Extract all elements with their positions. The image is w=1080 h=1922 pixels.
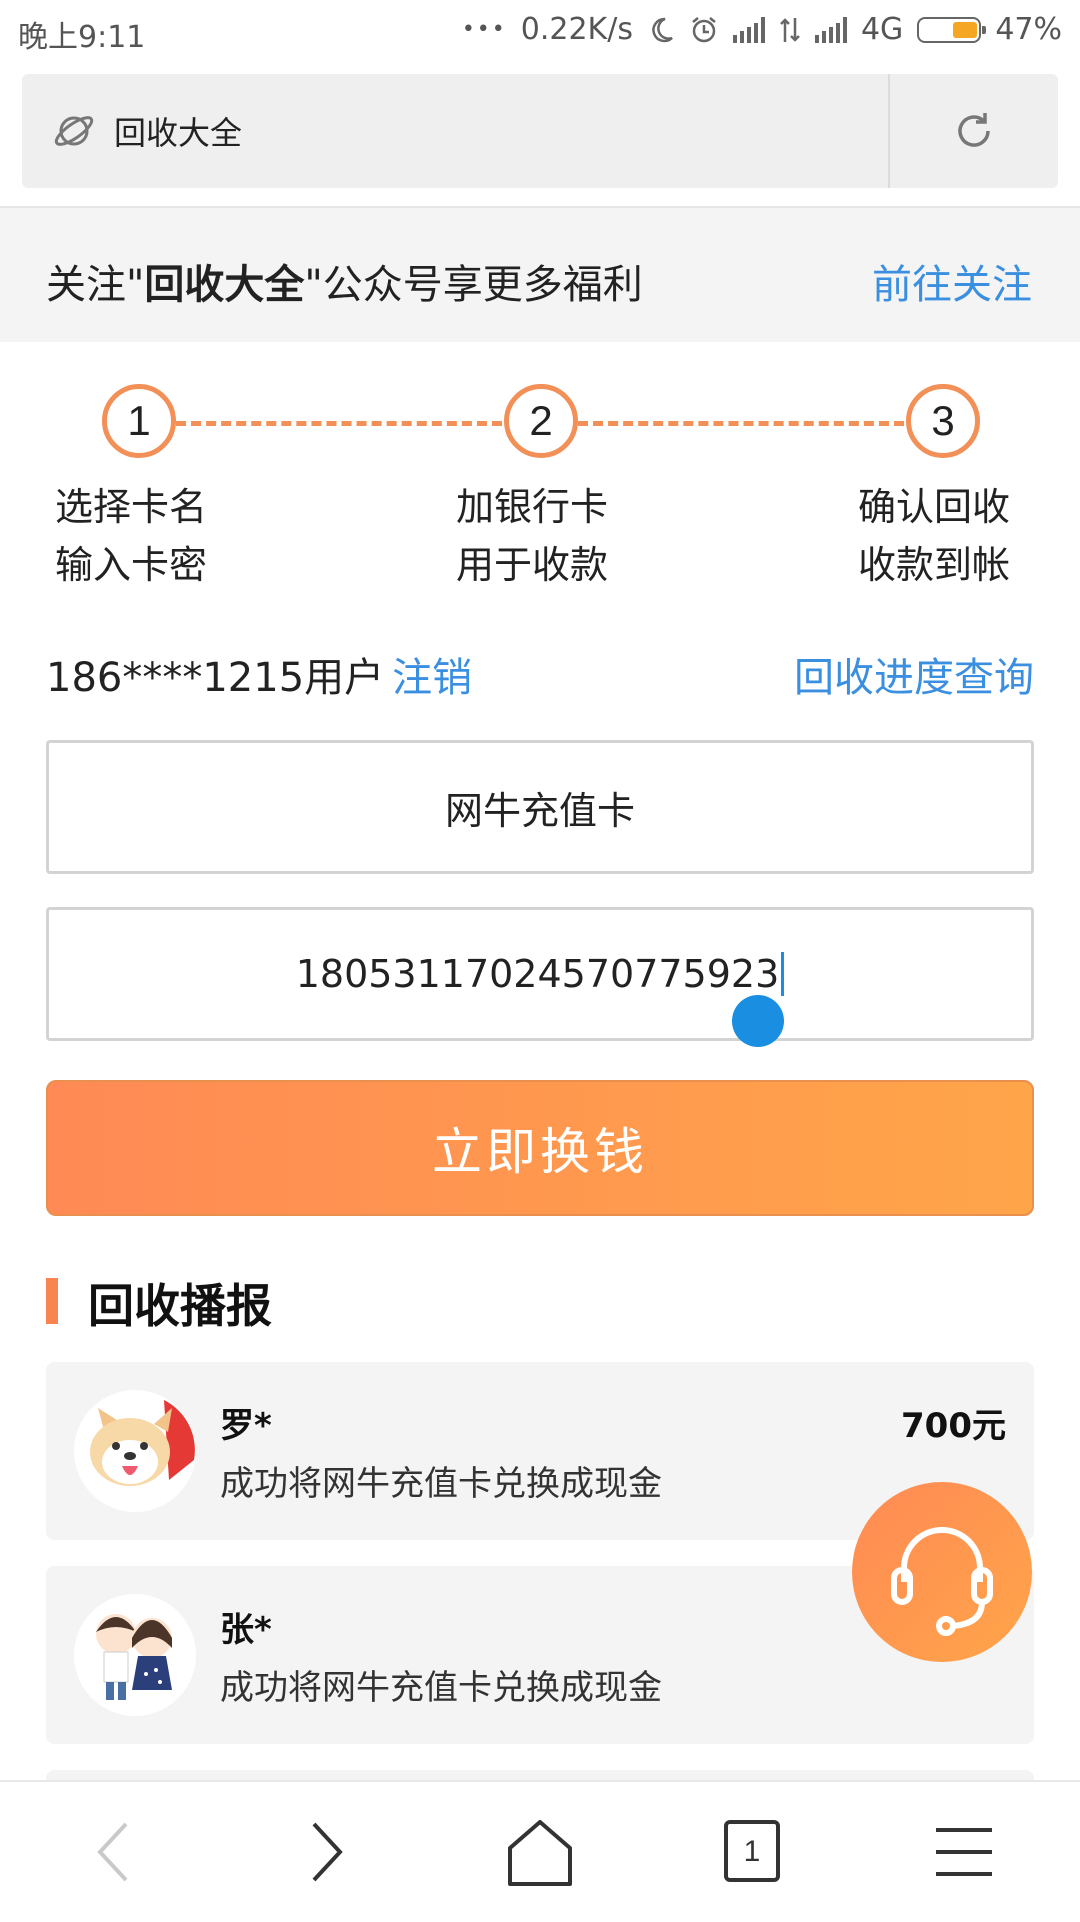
step-1-number: 1 [102,384,176,458]
step-2-label: 加银行卡 用于收款 [456,485,609,587]
follow-link[interactable]: 前往关注 [872,252,1032,310]
follow-brand: 回收大全 [144,262,305,308]
back-button[interactable] [74,1812,154,1892]
follow-banner: 关注"回收大全"公众号享更多福利 前往关注 [0,208,1080,342]
signal-icon-2 [814,16,847,43]
menu-button[interactable] [924,1812,1004,1892]
logout-link[interactable]: 注销 [392,655,472,701]
refresh-icon[interactable] [952,109,996,153]
card-name-value: 网牛充值卡 [444,788,635,833]
user-row: 186****1215用户 注销 回收进度查询 [46,645,1034,701]
battery-percent: 47% [995,12,1062,47]
broadcast-name: 张* [220,1610,272,1650]
battery-icon [917,16,987,43]
cursor-handle[interactable] [732,995,784,1047]
card-secret-input[interactable]: 18053117024570775923 [46,907,1034,1041]
more-dots-icon: ••• [461,17,507,42]
progress-query-link[interactable]: 回收进度查询 [794,645,1034,703]
network-speed: 0.22K/s [520,12,633,47]
page-title: 回收大全 [114,114,243,152]
step-3-label: 确认回收 收款到帐 [858,485,1011,587]
step-3-number: 3 [906,384,980,458]
step-indicator: 1 2 3 选择卡名 输入卡密 加银行卡 用于收款 确认回收 收款到帐 [0,380,1080,600]
address-divider [888,74,890,188]
couple-avatar-icon [74,1594,196,1716]
follow-text: 关注"回收大全"公众号享更多福利 [46,262,643,308]
data-transfer-icon [780,17,800,42]
broadcast-desc: 成功将网牛充值卡兑换成现金 [220,1464,662,1504]
avatar [74,1594,196,1716]
submit-button[interactable]: 立即换钱 [46,1080,1034,1216]
broadcast-desc: 成功将网牛充值卡兑换成现金 [220,1668,662,1708]
step-connector [176,421,502,426]
section-accent-bar [46,1278,58,1324]
dog-avatar-icon [74,1390,196,1512]
bottom-navigation: 1 [0,1780,1080,1922]
step-1-label: 选择卡名 输入卡密 [55,485,208,587]
planet-icon [54,116,94,146]
step-2-number: 2 [504,384,578,458]
status-time: 晚上9:11 [18,20,146,55]
home-button[interactable] [500,1812,580,1892]
step-connector [578,421,904,426]
moon-icon [652,17,673,42]
broadcast-name: 罗* [220,1406,272,1446]
broadcast-amount: 700元 [901,1406,1006,1446]
menu-icon [936,1828,992,1876]
address-bar[interactable]: 回收大全 [22,74,1058,188]
headset-icon [891,1527,993,1636]
tabs-count: 1 [743,1835,761,1868]
user-phone: 186****1215用户 [46,655,385,701]
signal-icon [732,16,765,43]
alarm-icon [692,16,716,42]
card-name-select[interactable]: 网牛充值卡 [46,740,1034,874]
customer-service-button[interactable] [852,1482,1032,1662]
network-type: 4G [860,12,904,47]
broadcast-title: 回收播报 [88,1279,272,1333]
forward-icon [312,1822,343,1882]
card-secret-value: 18053117024570775923 [295,952,780,996]
status-right: ••• 0.22K/s 4G 47% [462,12,1062,47]
back-icon [97,1822,128,1882]
address-field[interactable]: 回收大全 [22,74,888,188]
home-icon [508,1820,572,1886]
forward-button[interactable] [286,1812,366,1892]
avatar [74,1390,196,1512]
text-cursor [781,952,785,996]
tabs-button[interactable]: 1 [712,1812,792,1892]
status-bar: 晚上9:11 ••• 0.22K/s 4G 47% [0,0,1080,62]
